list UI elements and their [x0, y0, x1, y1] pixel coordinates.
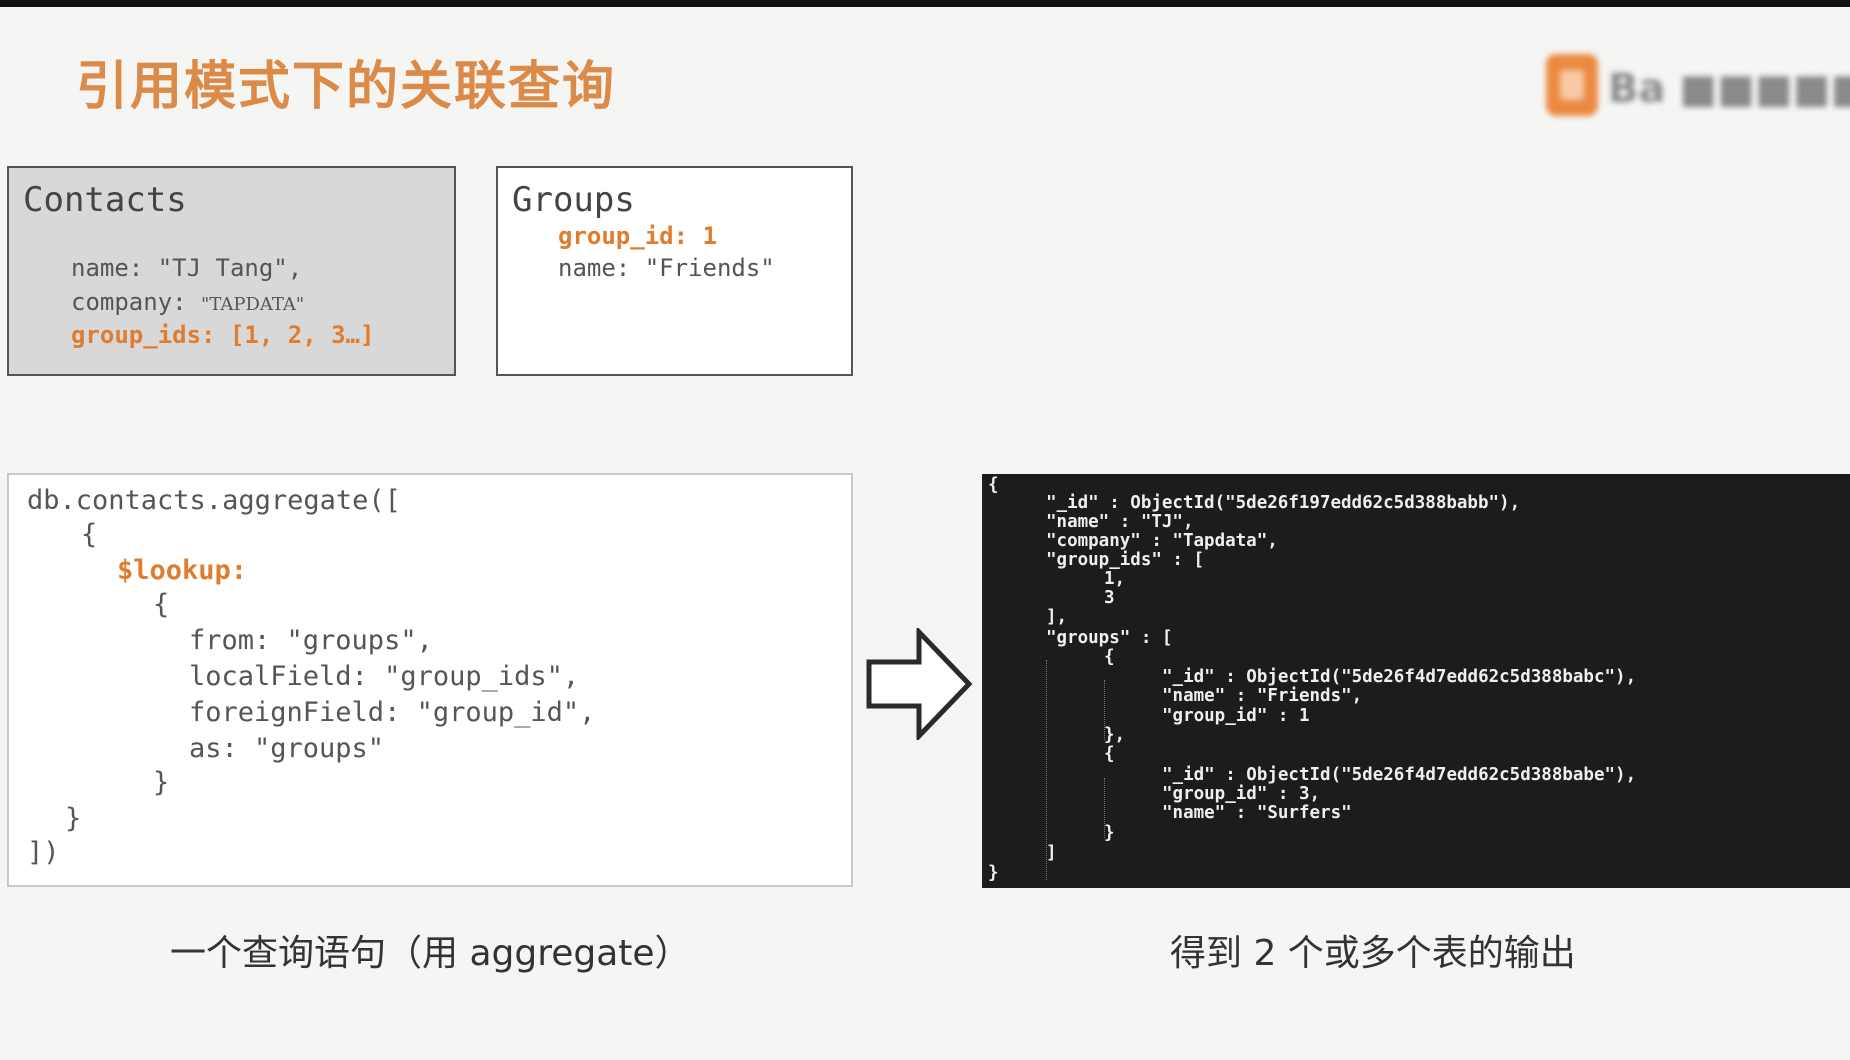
- contacts-document-box: Contacts name: "TJ Tang", company: "TAPD…: [7, 166, 456, 376]
- code-lookup-keyword: $lookup:: [117, 555, 248, 586]
- output-line: },: [1104, 725, 1126, 745]
- code-line: db.contacts.aggregate([: [27, 485, 401, 516]
- code-line: as: "groups": [189, 733, 385, 764]
- contacts-company-field: company: "TAPDATA": [71, 288, 304, 316]
- output-line: "_id" : ObjectId("5de26f197edd62c5d388ba…: [1046, 493, 1521, 513]
- output-line: "group_id" : 3,: [1162, 784, 1321, 804]
- code-line: localField: "group_ids",: [189, 661, 580, 692]
- output-line: }: [988, 863, 999, 883]
- output-line: "company" : "Tapdata",: [1046, 531, 1278, 551]
- logo-text: Ba ■■■■■: [1608, 66, 1850, 112]
- code-line: foreignField: "group_id",: [189, 697, 596, 728]
- output-line: "group_id" : 1: [1162, 706, 1310, 726]
- output-line: "name" : "Surfers": [1162, 803, 1352, 823]
- top-bar: [0, 0, 1850, 7]
- code-line: }: [65, 803, 82, 834]
- output-line: "groups" : [: [1046, 628, 1173, 648]
- output-line: {: [1104, 647, 1115, 667]
- code-line: ]): [27, 837, 60, 868]
- code-line: {: [153, 589, 170, 620]
- output-line: ]: [1046, 843, 1057, 863]
- contacts-name-field: name: "TJ Tang",: [71, 254, 303, 282]
- contacts-company-key: company:: [71, 288, 202, 316]
- aggregate-code-box: db.contacts.aggregate([ { $lookup: { fro…: [7, 473, 853, 887]
- contacts-company-value: "TAPDATA": [201, 294, 305, 315]
- output-line: 3: [1104, 588, 1115, 608]
- output-line: "_id" : ObjectId("5de26f4d7edd62c5d388ba…: [1162, 765, 1637, 785]
- company-logo: Ba ■■■■■: [1542, 48, 1850, 128]
- output-line: "name" : "Friends",: [1162, 686, 1363, 706]
- query-output-terminal: { "_id" : ObjectId("5de26f197edd62c5d388…: [982, 474, 1850, 888]
- groups-name-field: name: "Friends": [558, 254, 775, 282]
- code-line: {: [81, 519, 98, 550]
- output-line: ],: [1046, 607, 1068, 627]
- slide-title: 引用模式下的关联查询: [76, 57, 617, 117]
- output-line: "_id" : ObjectId("5de26f4d7edd62c5d388ba…: [1162, 667, 1637, 687]
- groups-group-id-field: group_id: 1: [558, 222, 717, 250]
- left-caption: 一个查询语句（用 aggregate）: [170, 933, 691, 974]
- output-line: {: [988, 475, 999, 495]
- code-line: from: "groups",: [189, 625, 433, 656]
- groups-title: Groups: [512, 180, 635, 220]
- groups-document-box: Groups group_id: 1 name: "Friends": [496, 166, 853, 376]
- contacts-group-ids-field: group_ids: [1, 2, 3…]: [71, 321, 375, 349]
- code-line: }: [153, 767, 170, 798]
- output-line: "group_ids" : [: [1046, 550, 1205, 570]
- contacts-title: Contacts: [23, 180, 187, 220]
- logo-icon: [1546, 54, 1598, 116]
- right-arrow-icon: [866, 628, 973, 740]
- output-line: {: [1104, 744, 1115, 764]
- right-caption: 得到 2 个或多个表的输出: [1170, 933, 1576, 974]
- output-line: }: [1104, 823, 1115, 843]
- output-line: 1,: [1104, 569, 1126, 589]
- output-line: "name" : "TJ",: [1046, 512, 1194, 532]
